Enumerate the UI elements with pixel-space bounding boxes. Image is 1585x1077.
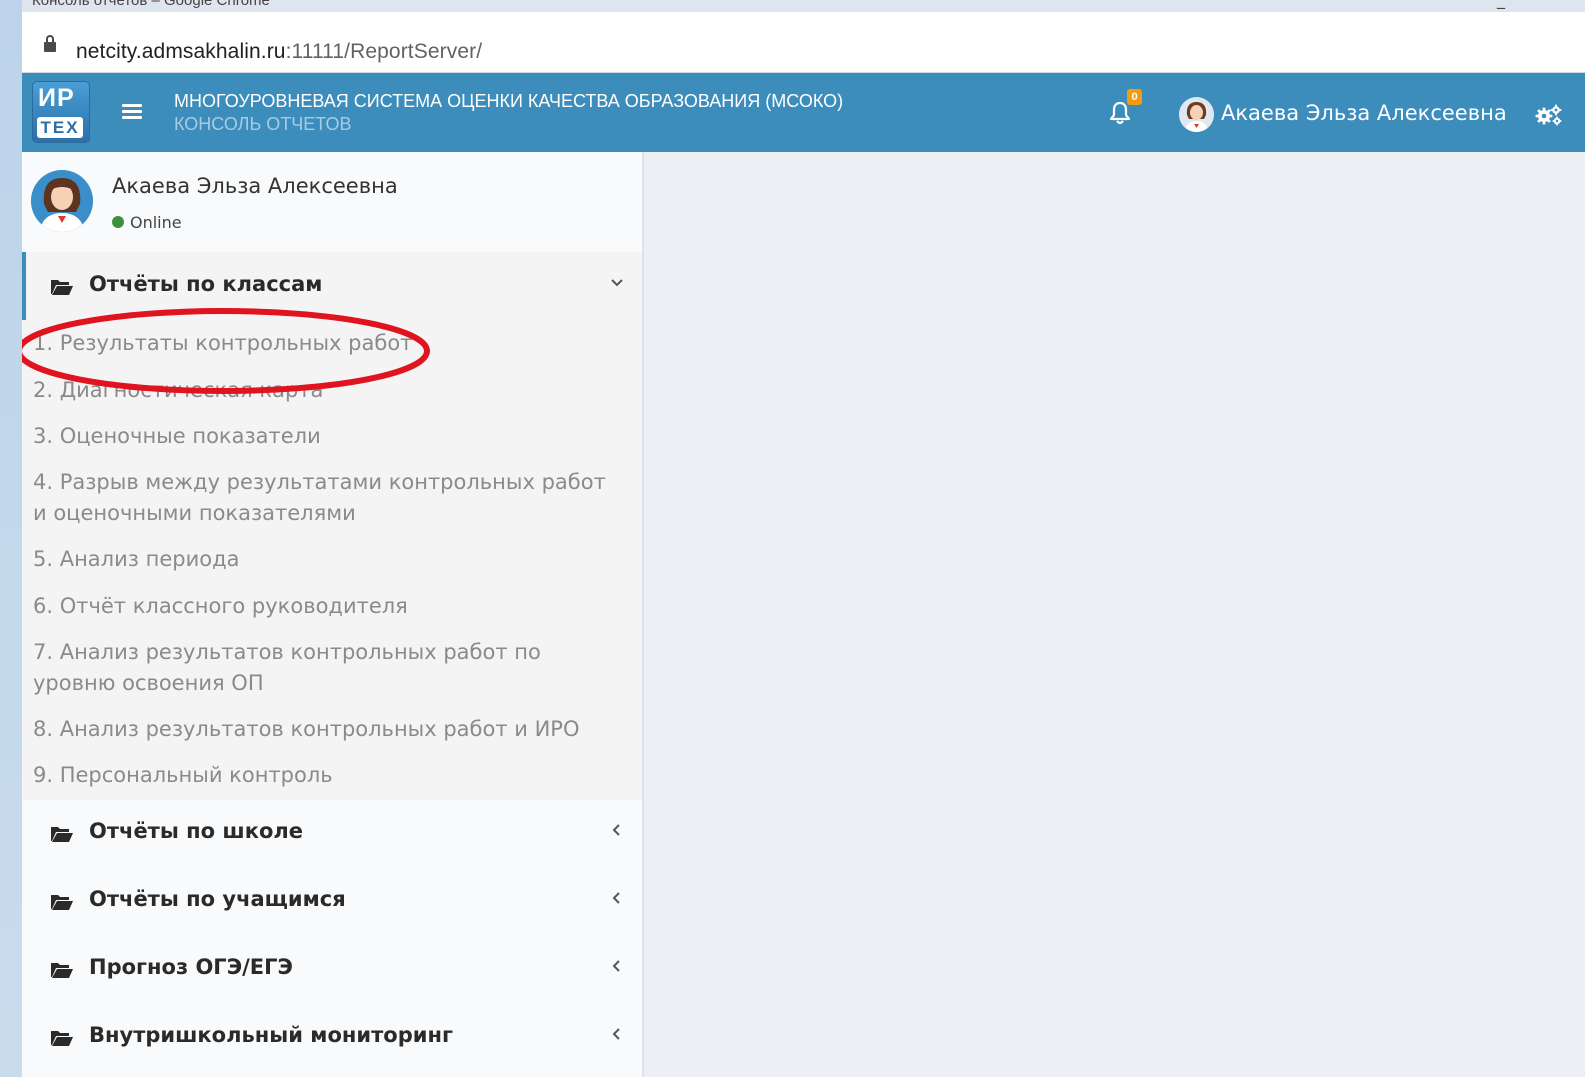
menu-label-oge-ege-forecast: Прогноз ОГЭ/ЕГЭ [89, 955, 293, 979]
menu-section-class-reports: Отчёты по классам 1. Результаты контроль… [22, 252, 642, 800]
menu-header-oge-ege-forecast[interactable]: Прогноз ОГЭ/ЕГЭ [22, 936, 642, 1004]
chevron-left-icon[interactable] [610, 891, 624, 905]
submenu-item-results-tests[interactable]: 1. Результаты контрольных работ [33, 328, 623, 359]
submenu-item-period-analysis[interactable]: 5. Анализ периода [33, 544, 623, 575]
url-host: netcity.admsakhalin.ru [76, 40, 286, 63]
menu-header-student-reports[interactable]: Отчёты по учащимся [22, 868, 642, 936]
menu-header-class-reports[interactable]: Отчёты по классам [22, 252, 642, 320]
online-status-icon [112, 216, 124, 228]
user-avatar [31, 170, 93, 232]
logo-bottom-text: ТЕХ [37, 117, 83, 138]
notification-badge: 0 [1127, 89, 1142, 105]
submenu-item-iro-analysis[interactable]: 8. Анализ результатов контрольных работ … [33, 714, 623, 745]
menu-header-school-reports[interactable]: Отчёты по школе [22, 800, 642, 868]
sidebar: Акаева Эльза Алексеевна Online Отчёты по… [22, 152, 642, 1077]
online-status-text: Online [130, 213, 182, 232]
url-text[interactable]: netcity.admsakhalin.ru:11111/ReportServe… [76, 40, 482, 64]
submenu-item-gap-analysis[interactable]: 4. Разрыв между результатами контрольных… [33, 467, 623, 529]
sidebar-user-name: Акаева Эльза Алексеевна [112, 174, 398, 198]
lock-icon[interactable] [44, 35, 56, 52]
submenu-item-class-teacher-report[interactable]: 6. Отчёт классного руководителя [33, 591, 623, 622]
user-panel: Акаева Эльза Алексеевна Online [22, 152, 642, 252]
folder-open-icon [51, 895, 73, 910]
submenu-item-mastery-level-analysis[interactable]: 7. Анализ результатов контрольных работ … [33, 637, 623, 699]
menu-label-class-reports: Отчёты по классам [89, 272, 323, 296]
submenu-item-assessment-indicators[interactable]: 3. Оценочные показатели [33, 421, 623, 452]
folder-open-icon [51, 280, 73, 295]
url-path: :11111/ReportServer/ [285, 40, 483, 63]
submenu-item-diagnostic-map[interactable]: 2. Диагностическая карта [33, 375, 623, 406]
folder-open-icon [51, 827, 73, 842]
desktop-background [0, 0, 24, 1077]
menu-label-school-monitoring: Внутришкольный мониторинг [89, 1023, 453, 1047]
submenu-item-personal-control[interactable]: 9. Персональный контроль [33, 760, 623, 791]
menu-label-school-reports: Отчёты по школе [89, 819, 304, 843]
chevron-left-icon[interactable] [610, 823, 624, 837]
browser-window: Консоль отчетов – Google Chrome _ netcit… [22, 0, 1585, 1077]
header-avatar[interactable] [1179, 97, 1214, 132]
app-title: МНОГОУРОВНЕВАЯ СИСТЕМА ОЦЕНКИ КАЧЕСТВА О… [174, 91, 844, 111]
header-username[interactable]: Акаева Эльза Алексеевна [1221, 101, 1507, 125]
logo-top-text: ИР [38, 84, 75, 112]
irtech-logo[interactable]: ИР ТЕХ [32, 81, 90, 143]
app-header: ИР ТЕХ МНОГОУРОВНЕВАЯ СИСТЕМА ОЦЕНКИ КАЧ… [22, 73, 1585, 152]
window-title: Консоль отчетов – Google Chrome [32, 0, 270, 9]
chevron-down-icon[interactable] [610, 276, 624, 290]
menu-label-student-reports: Отчёты по учащимся [89, 887, 346, 911]
folder-open-icon [51, 1031, 73, 1046]
main-content-area [644, 152, 1585, 1077]
folder-open-icon [51, 963, 73, 978]
minimize-icon[interactable]: _ [1497, 0, 1505, 9]
settings-gears-icon[interactable] [1534, 103, 1564, 127]
chevron-left-icon[interactable] [610, 959, 624, 973]
app-subtitle: КОНСОЛЬ ОТЧЕТОВ [174, 114, 352, 134]
hamburger-menu-icon[interactable] [122, 104, 142, 120]
address-bar[interactable]: netcity.admsakhalin.ru:11111/ReportServe… [22, 12, 1585, 73]
chevron-left-icon[interactable] [610, 1027, 624, 1041]
window-title-bar: Консоль отчетов – Google Chrome _ [22, 0, 1585, 12]
menu-header-school-monitoring[interactable]: Внутришкольный мониторинг [22, 1004, 642, 1072]
